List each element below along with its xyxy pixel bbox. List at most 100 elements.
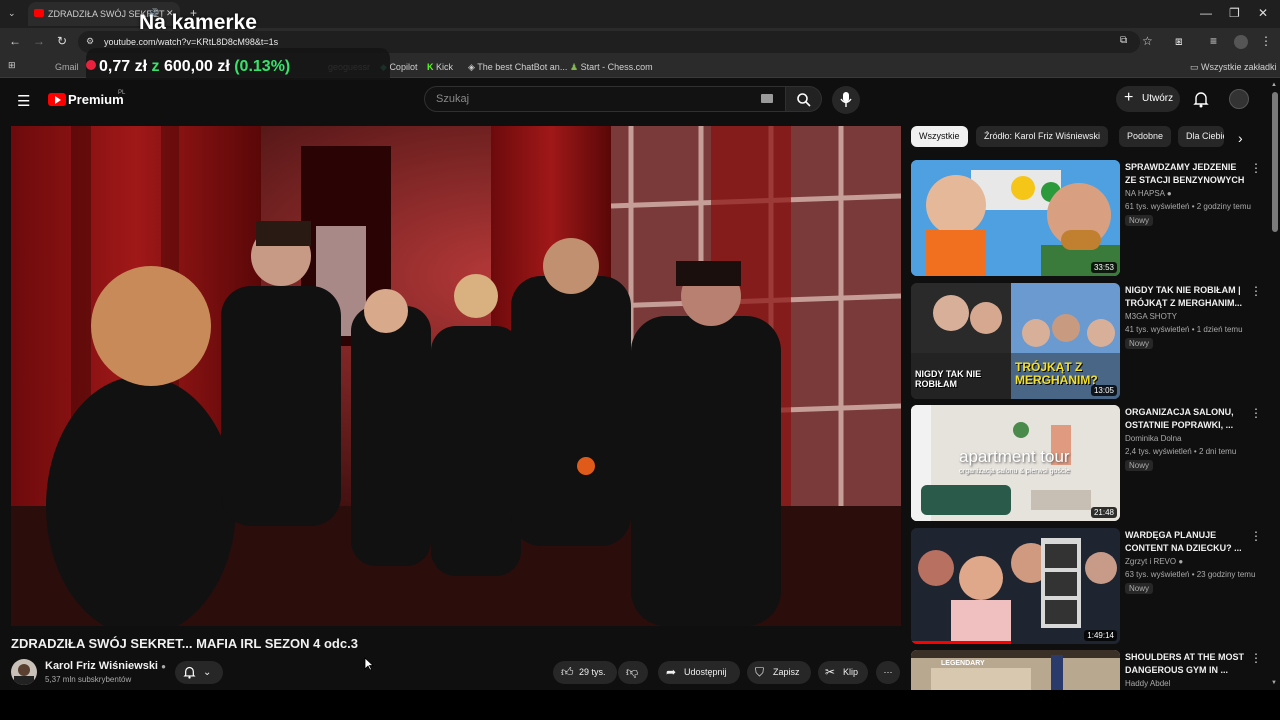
- rec-more-icon[interactable]: ⋮: [1250, 529, 1262, 543]
- rec-title[interactable]: SHOULDERS AT THE MOST DANGEROUS GYM IN .…: [1125, 651, 1247, 677]
- rec-thumbnail[interactable]: apartment tour organizacja salonu & pier…: [911, 405, 1120, 521]
- verified-icon: ●: [161, 662, 166, 671]
- scroll-down-icon[interactable]: ▼: [1271, 680, 1277, 686]
- folder-icon: ▭: [1190, 62, 1199, 72]
- keyboard-icon[interactable]: [761, 94, 773, 103]
- media-control-icon[interactable]: ≡: [1210, 34, 1217, 48]
- rec-channel[interactable]: Dominika Dolna: [1125, 434, 1181, 443]
- chip-for-you[interactable]: Dla Ciebie: [1178, 126, 1224, 147]
- hamburger-menu-icon[interactable]: ☰: [17, 92, 30, 110]
- chip-all[interactable]: Wszystkie: [911, 126, 968, 147]
- video-title: ZDRADZIŁA SWÓJ SEKRET... MAFIA IRL SEZON…: [11, 636, 358, 651]
- install-app-icon[interactable]: ⧉: [1120, 35, 1127, 46]
- all-bookmarks[interactable]: ▭ Wszystkie zakładki: [1190, 62, 1277, 73]
- rec-channel[interactable]: NA HAPSA ●: [1125, 189, 1172, 198]
- rec-title[interactable]: WARDĘGA PLANUJE CONTENT NA DZIECKU? ...: [1125, 529, 1247, 555]
- window-close-button[interactable]: ✕: [1258, 6, 1268, 20]
- video-frame: [11, 126, 901, 626]
- avatar-body: [14, 676, 34, 685]
- bookmark-star-icon[interactable]: ☆: [1142, 34, 1153, 48]
- search-placeholder: Szukaj: [436, 93, 470, 105]
- watch-progress-bar: [911, 641, 1011, 644]
- rec-thumbnail[interactable]: NIGDY TAK NIE ROBIŁAM TRÓJKĄT Z MERGHANI…: [911, 283, 1120, 399]
- bookmark-kick[interactable]: K Kick: [427, 62, 453, 72]
- create-label: Utwórz: [1142, 93, 1174, 104]
- channel-name[interactable]: Karol Friz Wiśniewski ●: [45, 660, 166, 672]
- avatar-face: [18, 664, 30, 676]
- rec-duration: 21:48: [1090, 507, 1117, 518]
- browser-menu-icon[interactable]: ⋮: [1260, 34, 1272, 48]
- bookmark-chatbot[interactable]: ◈ The best ChatBot an...: [468, 62, 567, 73]
- video-player[interactable]: [11, 126, 901, 626]
- tab-search-icon[interactable]: ⌄: [8, 8, 16, 19]
- voice-search-button[interactable]: [832, 86, 860, 114]
- taskbar-area: [0, 690, 1280, 720]
- bookmark-icon: ⛉: [755, 665, 765, 679]
- rec-title[interactable]: SPRAWDZAMY JEDZENIE ZE STACJI BENZYNOWYC…: [1125, 161, 1247, 187]
- plus-icon: +: [1124, 89, 1134, 106]
- rec-thumbnail[interactable]: 1:49:14: [911, 528, 1120, 644]
- like-button[interactable]: 👍︎ 29 tys.: [553, 661, 617, 684]
- chips-next-icon[interactable]: ›: [1238, 130, 1243, 146]
- clip-button[interactable]: ✂ Klip: [818, 661, 868, 684]
- bookmark-gmail[interactable]: Gmail: [55, 62, 79, 72]
- chevron-down-icon: ⌄: [203, 667, 212, 678]
- chip-related[interactable]: Podobne: [1119, 126, 1172, 147]
- rec-new-badge: Nowy: [1125, 338, 1154, 349]
- like-count: 29 tys.: [579, 667, 606, 677]
- scroll-up-icon[interactable]: ▲: [1271, 82, 1277, 88]
- more-horizontal-icon: ⋯: [883, 667, 893, 677]
- create-button[interactable]: + Utwórz: [1116, 86, 1180, 112]
- rec-more-icon[interactable]: ⋮: [1250, 161, 1262, 175]
- chess-pawn-icon: ♟: [570, 62, 579, 72]
- rec-channel[interactable]: M3GA SHOTY: [1125, 312, 1177, 321]
- rec-thumbnail[interactable]: 33:53: [911, 160, 1120, 276]
- notifications-bell-icon[interactable]: [1193, 91, 1209, 108]
- chip-source[interactable]: Źródło: Karol Friz Wiśniewski: [976, 126, 1109, 147]
- share-button[interactable]: ➦ Udostępnij: [658, 661, 740, 684]
- site-info-icon[interactable]: ⚙: [86, 36, 94, 47]
- rec-channel[interactable]: Haddy Abdel: [1125, 679, 1170, 688]
- account-avatar[interactable]: [1229, 89, 1249, 109]
- rec-more-icon[interactable]: ⋮: [1250, 651, 1262, 665]
- rec-channel[interactable]: Zgrzyt i REVO ●: [1125, 557, 1183, 566]
- youtube-favicon-icon: [34, 9, 44, 17]
- overlay-progress-text: 0,77 zł z 600,00 zł (0.13%): [99, 58, 291, 75]
- thumb-caption: apartment tour: [959, 447, 1070, 466]
- share-label: Udostępnij: [684, 667, 727, 677]
- rec-new-badge: Nowy: [1125, 460, 1154, 471]
- subscriber-count: 5,37 mln subskrybentów: [45, 675, 132, 684]
- rec-thumbnail-image: [911, 650, 1120, 690]
- rec-duration: 33:53: [1090, 262, 1117, 273]
- maximize-button[interactable]: ❐: [1229, 6, 1240, 20]
- forward-icon[interactable]: →: [33, 34, 45, 48]
- extensions-icon[interactable]: ⧆: [1175, 34, 1183, 49]
- dislike-button[interactable]: 👎︎: [618, 661, 648, 684]
- channel-avatar[interactable]: [11, 659, 37, 685]
- rec-thumbnail-image: [911, 160, 1120, 276]
- apps-grid-icon[interactable]: ⊞: [8, 60, 16, 71]
- rec-more-icon[interactable]: ⋮: [1250, 284, 1262, 298]
- minimize-button[interactable]: —: [1200, 6, 1212, 20]
- rec-title[interactable]: NIGDY TAK NIE ROBIŁAM | TRÓJKĄT Z MERGHA…: [1125, 284, 1247, 310]
- rec-meta: 63 tys. wyświetleń • 23 godziny temu: [1125, 570, 1256, 579]
- chatbot-icon: ◈: [468, 62, 475, 72]
- back-icon[interactable]: ←: [9, 34, 21, 48]
- reload-icon[interactable]: ↻: [57, 34, 67, 48]
- search-input[interactable]: Szukaj: [424, 86, 786, 112]
- logo-text: Premium: [68, 92, 124, 107]
- more-actions-button[interactable]: ⋯: [876, 661, 900, 684]
- rec-thumbnail[interactable]: LEGENDARY: [911, 650, 1120, 690]
- rec-title[interactable]: ORGANIZACJA SALONU, OSTATNIE POPRAWKI, .…: [1125, 406, 1247, 432]
- rec-more-icon[interactable]: ⋮: [1250, 406, 1262, 420]
- subscribed-notifications-button[interactable]: ⌄: [175, 661, 223, 684]
- search-button[interactable]: [786, 86, 822, 112]
- bookmark-chess[interactable]: ♟ Start - Chess.com: [570, 62, 653, 73]
- rec-new-badge: Nowy: [1125, 583, 1154, 594]
- thumb-caption: organizacja salonu & pierwsi goście: [959, 468, 1070, 475]
- profile-avatar[interactable]: [1234, 35, 1248, 49]
- thumb-caption: LEGENDARY: [941, 660, 985, 667]
- youtube-play-triangle-icon: [55, 96, 61, 104]
- save-button[interactable]: ⛉ Zapisz: [747, 661, 811, 684]
- scrollbar-thumb[interactable]: [1272, 92, 1278, 232]
